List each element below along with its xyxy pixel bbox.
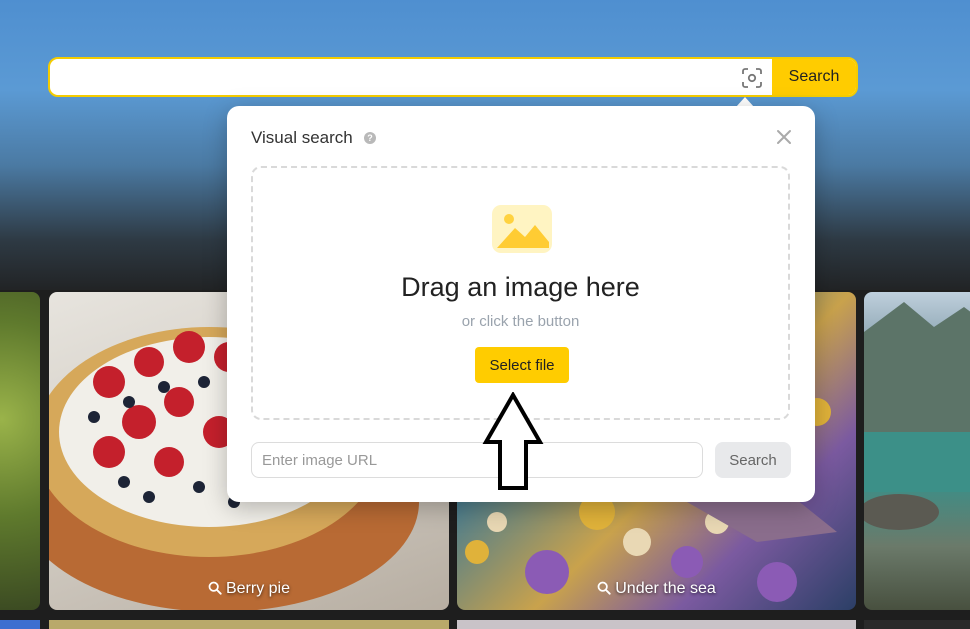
search-icon [208, 581, 222, 595]
dropzone-title: Drag an image here [401, 272, 640, 302]
image-url-input[interactable] [251, 442, 703, 478]
search-button[interactable]: Search [772, 59, 856, 95]
camera-scan-icon[interactable] [740, 66, 764, 90]
tile-label-text: Berry pie [225, 580, 291, 597]
search-icon [597, 581, 611, 595]
search-input[interactable] [60, 59, 734, 95]
gallery-tile-leaf[interactable] [0, 292, 40, 610]
popup-title: Visual search [251, 128, 353, 147]
tile-label-text: Under the sea [615, 580, 716, 597]
url-search-button[interactable]: Search [715, 442, 791, 478]
tile-label-under-the-sea[interactable]: Under the sea [457, 580, 856, 598]
question-icon[interactable]: ? [364, 132, 376, 144]
gallery-tile-row2 [864, 620, 970, 629]
gallery-tile-row2 [0, 620, 40, 629]
dropzone-subtitle: or click the button [461, 313, 580, 330]
image-dropzone[interactable]: Drag an image here or click the button S… [251, 166, 790, 420]
mountain-lake-image [864, 302, 970, 530]
up-arrow-outline [482, 390, 544, 492]
image-placeholder-icon [491, 204, 553, 254]
gallery-tile-row2 [457, 620, 856, 629]
select-file-button[interactable]: Select file [475, 347, 569, 383]
gallery-tile-row2 [49, 620, 449, 629]
tile-label-berry-pie[interactable]: Berry pie [49, 580, 449, 598]
close-icon[interactable] [775, 128, 793, 146]
search-bar: Search [48, 57, 858, 97]
gallery-tile-mountain-lake[interactable] [864, 292, 970, 610]
